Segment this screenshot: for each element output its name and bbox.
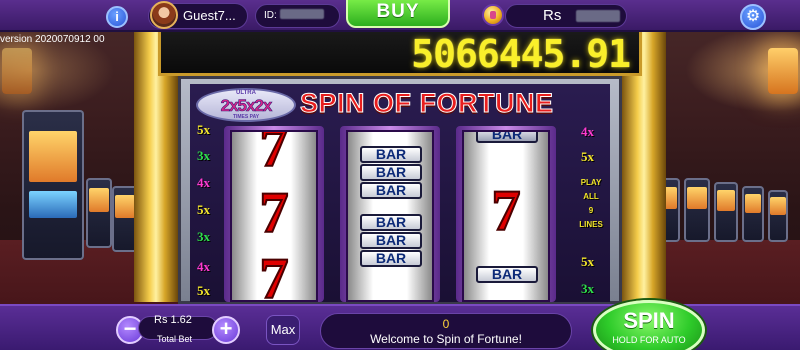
buy-button[interactable]: BUY — [346, 0, 450, 28]
game-title: SPIN OF FORTUNE — [300, 88, 554, 119]
badge-main-text: 2x5x2x — [220, 96, 272, 116]
reel-symbol-seven: 7 — [259, 246, 290, 302]
reel-symbol-seven: 7 — [259, 130, 290, 179]
reel-symbol-bar: BAR — [476, 266, 538, 283]
reel-symbol-bar: BAR — [360, 232, 422, 249]
reel-symbol-bar: BAR — [360, 146, 422, 163]
background-slot-machine — [22, 110, 84, 260]
payline-multiplier: 5x — [581, 254, 594, 269]
spin-button-label[interactable]: SPIN — [593, 308, 705, 334]
redacted-id — [280, 9, 324, 19]
jackpot-amount: 5066445.91 — [411, 32, 631, 76]
info-icon[interactable]: i — [106, 6, 128, 28]
reel-symbol-bar: BAR — [360, 214, 422, 231]
spin-button-sublabel[interactable]: HOLD FOR AUTO — [593, 335, 705, 345]
reel-2: BAR BAR BAR BAR BAR BAR — [346, 130, 434, 302]
max-bet-button[interactable]: Max — [266, 315, 300, 345]
payline-multiplier: 5x — [197, 283, 210, 298]
payline-multiplier: 3x — [581, 281, 594, 296]
reel-symbol-seven: 7 — [259, 180, 290, 245]
total-bet-value: Rs 1.62 — [154, 314, 192, 326]
background-slot-machine — [768, 190, 788, 242]
background-slot-machine — [86, 178, 112, 248]
reel-3: BAR 7 BAR — [462, 130, 550, 302]
payline-multiplier: 4x — [197, 175, 210, 190]
play-all-lines-label: PLAY ALL 9 LINES — [576, 176, 606, 232]
payline-multiplier: 4x — [581, 124, 594, 139]
payline-multiplier: 5x — [197, 122, 210, 137]
multiplier-badge: ULTRA 2x5x2x TIMES PAY — [196, 88, 296, 122]
reel-symbol-bar: BAR — [360, 250, 422, 267]
wall-lamp — [768, 48, 798, 94]
payline-multiplier: 3x — [197, 229, 210, 244]
background-slot-machine — [714, 182, 738, 242]
payline-multiplier: 5x — [197, 202, 210, 217]
play-all-line: 9 — [588, 206, 594, 215]
play-all-line: PLAY — [580, 178, 602, 187]
status-message: Welcome to Spin of Fortune! — [370, 332, 522, 346]
reel-symbol-seven: 7 — [491, 178, 522, 243]
gear-icon[interactable]: ⚙ — [740, 4, 766, 30]
avatar[interactable] — [150, 1, 178, 29]
background-slot-machine — [684, 178, 710, 242]
increase-bet-button[interactable]: + — [212, 316, 240, 344]
badge-bottom-text: TIMES PAY — [232, 114, 260, 120]
balance-currency: Rs — [543, 7, 562, 24]
version-text: version 2020070912 00 — [0, 34, 105, 45]
wall-lamp — [2, 48, 32, 94]
payline-multiplier: 4x — [197, 259, 210, 274]
reel-1: 7 7 7 — [230, 130, 318, 302]
background-slot-machine — [742, 186, 764, 242]
payline-multiplier: 5x — [581, 149, 594, 164]
coin-icon — [482, 4, 504, 26]
reel-symbol-bar: BAR — [476, 132, 538, 143]
reel-symbol-bar: BAR — [360, 182, 422, 199]
redacted-balance — [576, 10, 620, 22]
reel-symbol-bar: BAR — [360, 164, 422, 181]
play-all-line: ALL — [583, 192, 599, 201]
play-all-line: LINES — [579, 220, 603, 229]
username: Guest7... — [183, 8, 236, 23]
payline-multiplier: 3x — [197, 148, 210, 163]
player-id-label: ID: — [264, 10, 277, 21]
win-amount: 0 — [442, 317, 450, 331]
total-bet-label: Total Bet — [157, 334, 193, 344]
